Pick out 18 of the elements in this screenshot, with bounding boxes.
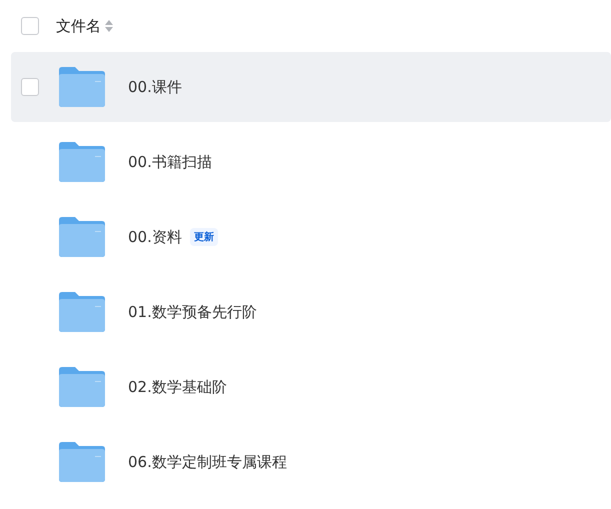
column-header[interactable]: 文件名 (56, 16, 101, 36)
folder-icon (59, 67, 105, 107)
update-badge: 更新 (190, 228, 218, 246)
file-name[interactable]: 00.课件 (128, 78, 182, 96)
folder-icon (59, 292, 105, 332)
folder-icon (59, 442, 105, 482)
file-name[interactable]: 01.数学预备先行阶 (128, 302, 257, 322)
checkbox[interactable] (21, 17, 39, 35)
folder-icon (59, 367, 105, 407)
checkbox[interactable] (21, 78, 39, 96)
folder-icon (59, 217, 105, 257)
file-name[interactable]: 02.数学基础阶 (128, 378, 227, 396)
file-row-highlight[interactable]: 00.课件 (11, 52, 611, 122)
file-name[interactable]: 00.资料 (128, 228, 182, 246)
folder-icon (59, 142, 105, 182)
file-name[interactable]: 00.书籍扫描 (128, 152, 212, 172)
sort-icon[interactable] (105, 20, 113, 32)
file-name[interactable]: 06.数学定制班专属课程 (128, 452, 287, 472)
